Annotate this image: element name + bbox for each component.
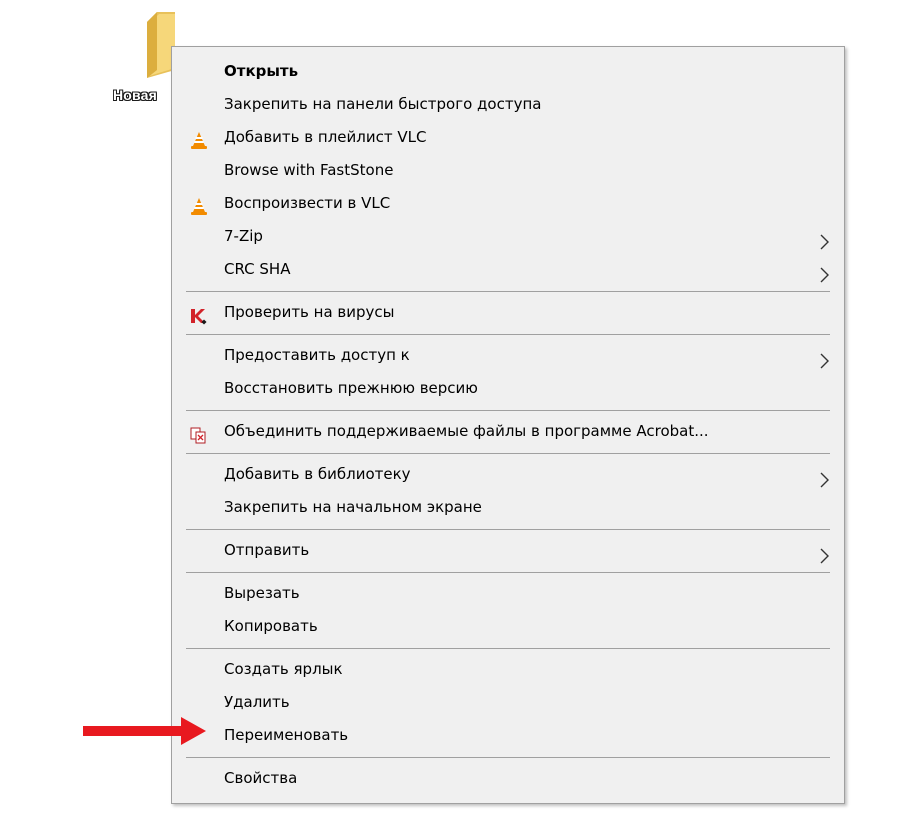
menu-item-label: Объединить поддерживаемые файлы в програ…: [224, 422, 709, 440]
menu-item-restore-version[interactable]: Восстановить прежнюю версию: [172, 372, 844, 405]
menu-separator: [186, 529, 830, 530]
chevron-right-icon: [818, 229, 830, 250]
menu-item-label: Переименовать: [224, 726, 349, 744]
menu-item-label: Добавить в библиотеку: [224, 465, 411, 483]
context-menu: Открыть Закрепить на панели быстрого дос…: [171, 46, 845, 804]
menu-item-acrobat-combine[interactable]: Объединить поддерживаемые файлы в програ…: [172, 415, 844, 448]
menu-separator: [186, 453, 830, 454]
menu-separator: [186, 757, 830, 758]
chevron-right-icon: [818, 467, 830, 488]
menu-item-label: Закрепить на панели быстрого доступа: [224, 95, 542, 113]
menu-item-add-library[interactable]: Добавить в библиотеку: [172, 458, 844, 491]
menu-item-give-access[interactable]: Предоставить доступ к: [172, 339, 844, 372]
menu-item-create-shortcut[interactable]: Создать ярлык: [172, 653, 844, 686]
menu-item-open[interactable]: Открыть: [172, 55, 844, 88]
menu-separator: [186, 334, 830, 335]
menu-item-vlc-add-playlist[interactable]: Добавить в плейлист VLC: [172, 121, 844, 154]
menu-item-label: Закрепить на начальном экране: [224, 498, 482, 516]
menu-item-browse-faststone[interactable]: Browse with FastStone: [172, 154, 844, 187]
menu-item-crc-sha[interactable]: CRC SHA: [172, 253, 844, 286]
menu-item-label: Воспроизвести в VLC: [224, 194, 391, 212]
menu-item-cut[interactable]: Вырезать: [172, 577, 844, 610]
chevron-right-icon: [818, 543, 830, 564]
menu-item-pin-quick-access[interactable]: Закрепить на панели быстрого доступа: [172, 88, 844, 121]
menu-item-label: Восстановить прежнюю версию: [224, 379, 478, 397]
menu-item-label: Добавить в плейлист VLC: [224, 128, 427, 146]
menu-item-label: Удалить: [224, 693, 290, 711]
menu-item-label: Создать ярлык: [224, 660, 343, 678]
menu-item-copy[interactable]: Копировать: [172, 610, 844, 643]
menu-item-label: Свойства: [224, 769, 298, 787]
menu-separator: [186, 410, 830, 411]
menu-item-label: Копировать: [224, 617, 318, 635]
menu-item-label: 7-Zip: [224, 227, 263, 245]
vlc-cone-icon: [189, 195, 209, 215]
annotation-arrow-icon: [83, 716, 207, 746]
chevron-right-icon: [818, 348, 830, 369]
menu-item-vlc-play[interactable]: Воспроизвести в VLC: [172, 187, 844, 220]
acrobat-combine-icon: [189, 423, 209, 444]
vlc-cone-icon: [189, 129, 209, 149]
menu-item-send-to[interactable]: Отправить: [172, 534, 844, 567]
menu-item-scan-viruses[interactable]: Проверить на вирусы: [172, 296, 844, 329]
menu-item-label: Предоставить доступ к: [224, 346, 410, 364]
menu-item-pin-start[interactable]: Закрепить на начальном экране: [172, 491, 844, 524]
menu-separator: [186, 648, 830, 649]
menu-item-label: Открыть: [224, 62, 299, 80]
menu-item-label: Browse with FastStone: [224, 161, 394, 179]
menu-item-label: Отправить: [224, 541, 310, 559]
chevron-right-icon: [818, 262, 830, 283]
menu-item-properties[interactable]: Свойства: [172, 762, 844, 795]
menu-item-delete[interactable]: Удалить: [172, 686, 844, 719]
kaspersky-icon: [189, 304, 209, 325]
menu-item-label: Проверить на вирусы: [224, 303, 395, 321]
menu-item-7zip[interactable]: 7-Zip: [172, 220, 844, 253]
menu-item-label: CRC SHA: [224, 260, 291, 278]
menu-separator: [186, 291, 830, 292]
menu-item-rename[interactable]: Переименовать: [172, 719, 844, 752]
menu-item-label: Вырезать: [224, 584, 300, 602]
menu-separator: [186, 572, 830, 573]
